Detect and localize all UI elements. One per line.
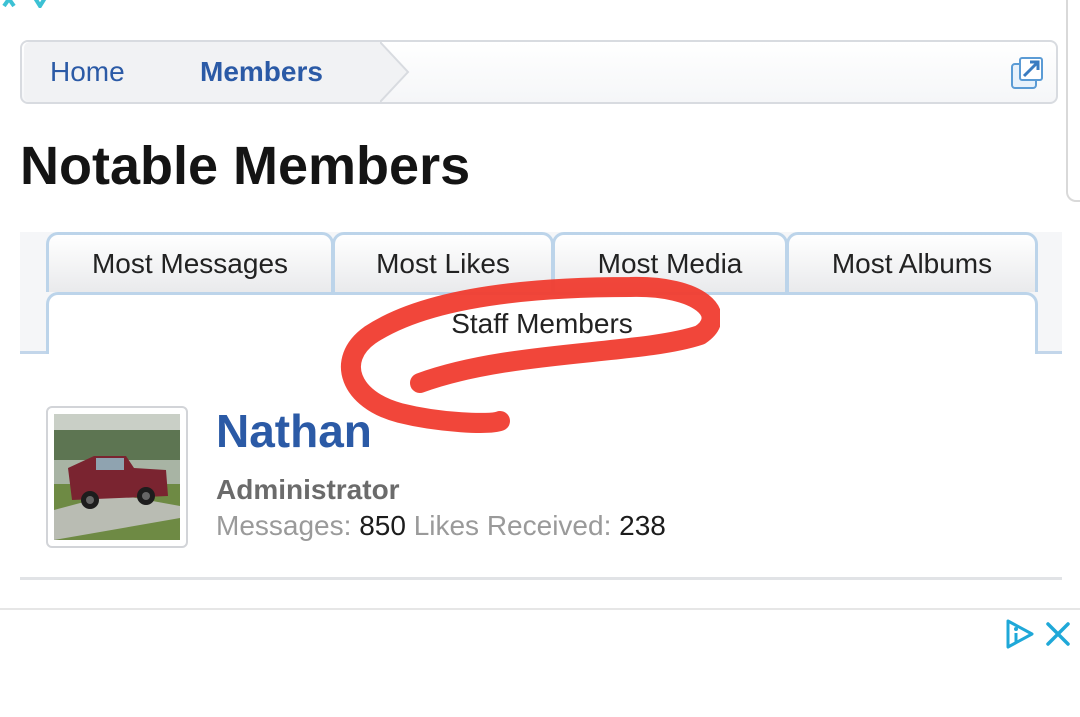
member-name-link[interactable]: Nathan: [216, 404, 372, 458]
tab-most-likes[interactable]: Most Likes: [332, 232, 554, 292]
messages-label: Messages:: [216, 510, 352, 541]
site-logo-icon: [2, 0, 47, 8]
tab-staff-members[interactable]: Staff Members: [46, 292, 1038, 354]
tab-most-messages[interactable]: Most Messages: [46, 232, 334, 292]
breadcrumb-members-link[interactable]: Members: [172, 42, 382, 102]
close-icon[interactable]: [1044, 620, 1072, 648]
tab-most-media[interactable]: Most Media: [552, 232, 788, 292]
scroll-indicator: [1066, 0, 1080, 202]
likes-label: Likes Received:: [413, 510, 612, 541]
messages-count: 850: [359, 510, 406, 541]
member-role: Administrator: [216, 474, 400, 505]
breadcrumb-home-link[interactable]: Home: [24, 42, 174, 102]
breadcrumb-separator-icon: [380, 42, 410, 102]
avatar[interactable]: [46, 406, 188, 548]
member-list-item: Nathan Administrator Messages: 850 Likes…: [20, 380, 1062, 580]
ad-banner: [0, 608, 1080, 717]
ad-choices-icon[interactable]: [1004, 618, 1036, 650]
avatar-photo: [54, 414, 180, 540]
likes-count: 238: [619, 510, 666, 541]
page-title: Notable Members: [20, 136, 471, 196]
member-stats: Messages: 850 Likes Received: 238: [216, 510, 666, 542]
tab-most-albums[interactable]: Most Albums: [786, 232, 1038, 292]
member-tabs: Most Messages Most Likes Most Media Most…: [20, 232, 1062, 354]
breadcrumb: Home Members: [20, 40, 1058, 104]
external-link-icon[interactable]: [1010, 56, 1044, 90]
